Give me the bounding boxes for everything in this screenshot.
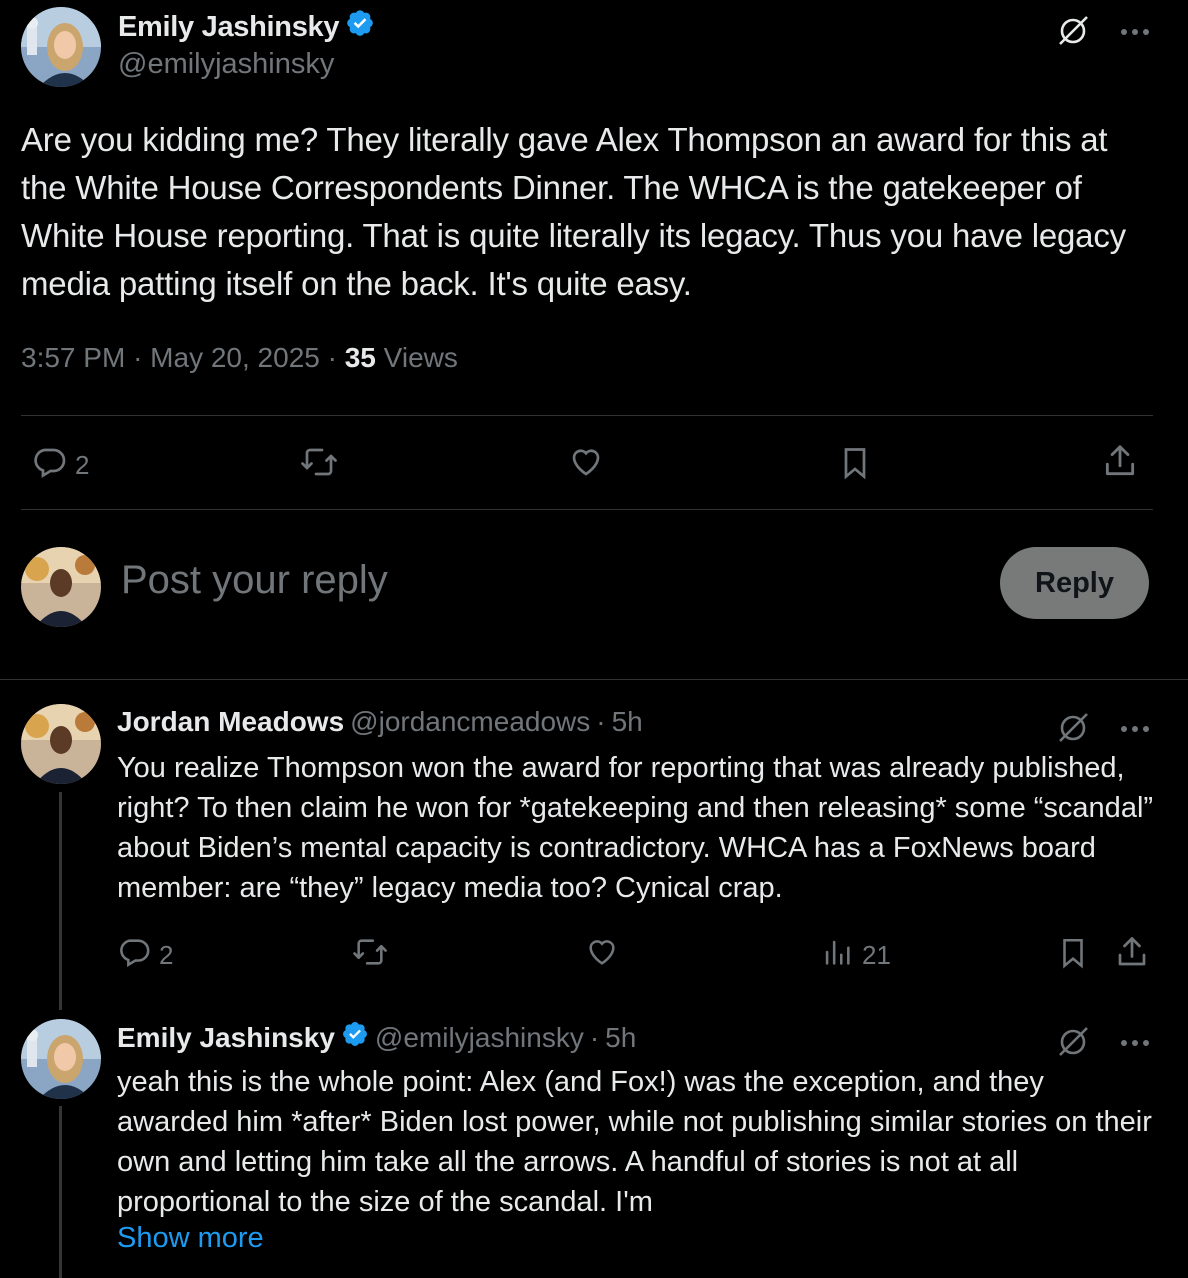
meta-separator: · xyxy=(133,342,143,373)
author-avatar[interactable] xyxy=(21,704,101,784)
like-button[interactable] xyxy=(584,935,620,976)
verified-badge-icon xyxy=(341,1020,369,1055)
tweet-text: yeah this is the whole point: Alex (and … xyxy=(117,1066,1152,1218)
author-name[interactable]: Emily Jashinsky xyxy=(117,1022,335,1054)
reply-count: 2 xyxy=(159,940,174,970)
author-handle[interactable]: @emilyjashinsky xyxy=(375,1022,584,1054)
share-button[interactable] xyxy=(1101,442,1139,487)
reply-input[interactable]: Post your reply xyxy=(121,558,388,603)
share-button[interactable] xyxy=(1114,934,1150,977)
repost-button[interactable] xyxy=(351,935,389,976)
views-count: 35 xyxy=(344,342,376,373)
tweet-text: Are you kidding me? They literally gave … xyxy=(21,121,1126,302)
tweet-time[interactable]: 3:57 PM xyxy=(21,342,125,373)
meta-separator: · xyxy=(596,706,606,737)
like-icon xyxy=(567,444,605,487)
repost-icon xyxy=(299,444,339,487)
reply-icon xyxy=(117,935,151,976)
more-icon[interactable] xyxy=(1120,24,1150,42)
author-handle[interactable]: @jordancmeadows xyxy=(350,706,590,738)
bookmark-button[interactable] xyxy=(1056,935,1090,978)
more-icon[interactable] xyxy=(1120,721,1150,739)
reply-icon xyxy=(31,444,67,487)
tweet-actions: 2 xyxy=(21,440,1153,490)
user-avatar[interactable] xyxy=(21,547,101,627)
time-ago[interactable]: 5h xyxy=(605,1022,636,1054)
tweet-date[interactable]: May 20, 2025 xyxy=(150,342,320,373)
show-more-link[interactable]: Show more xyxy=(117,1222,264,1255)
grok-icon[interactable] xyxy=(1056,12,1092,53)
share-icon xyxy=(1114,934,1150,977)
views-count: 21 xyxy=(862,940,891,970)
views-button[interactable]: 21 xyxy=(820,935,891,976)
repost-icon xyxy=(351,935,389,976)
grok-icon[interactable] xyxy=(1056,1023,1092,1064)
time-ago[interactable]: 5h xyxy=(612,706,643,738)
reply-button[interactable]: 2 xyxy=(117,935,173,976)
divider xyxy=(21,509,1153,510)
verified-badge-icon xyxy=(345,8,375,46)
meta-separator: · xyxy=(327,342,337,373)
views-label: Views xyxy=(383,342,458,373)
grok-icon[interactable] xyxy=(1056,709,1092,750)
repost-button[interactable] xyxy=(299,444,339,487)
thread-line xyxy=(59,1106,62,1278)
bookmark-icon xyxy=(837,444,873,489)
tweet-meta: 3:57 PM · May 20, 2025 · 35 Views xyxy=(21,342,458,374)
like-icon xyxy=(584,935,620,976)
section-divider xyxy=(0,679,1188,680)
reply-count: 2 xyxy=(75,450,90,480)
share-icon xyxy=(1101,442,1139,487)
author-name[interactable]: Jordan Meadows xyxy=(117,706,344,738)
reply-button[interactable]: 2 xyxy=(31,444,89,487)
bookmark-button[interactable] xyxy=(837,444,873,489)
author-avatar[interactable] xyxy=(21,1019,101,1099)
bookmark-icon xyxy=(1056,935,1090,978)
reply-submit-button[interactable]: Reply xyxy=(1000,547,1149,619)
author-name[interactable]: Emily Jashinsky xyxy=(118,11,339,44)
divider xyxy=(21,415,1153,416)
like-button[interactable] xyxy=(567,444,605,487)
tweet-text: You realize Thompson won the award for r… xyxy=(117,752,1154,904)
thread-line xyxy=(59,792,62,1010)
author-avatar[interactable] xyxy=(21,7,101,87)
meta-separator: · xyxy=(589,1021,600,1053)
views-icon xyxy=(820,935,854,976)
more-icon[interactable] xyxy=(1120,1035,1150,1053)
author-handle[interactable]: @emilyjashinsky xyxy=(118,48,334,81)
